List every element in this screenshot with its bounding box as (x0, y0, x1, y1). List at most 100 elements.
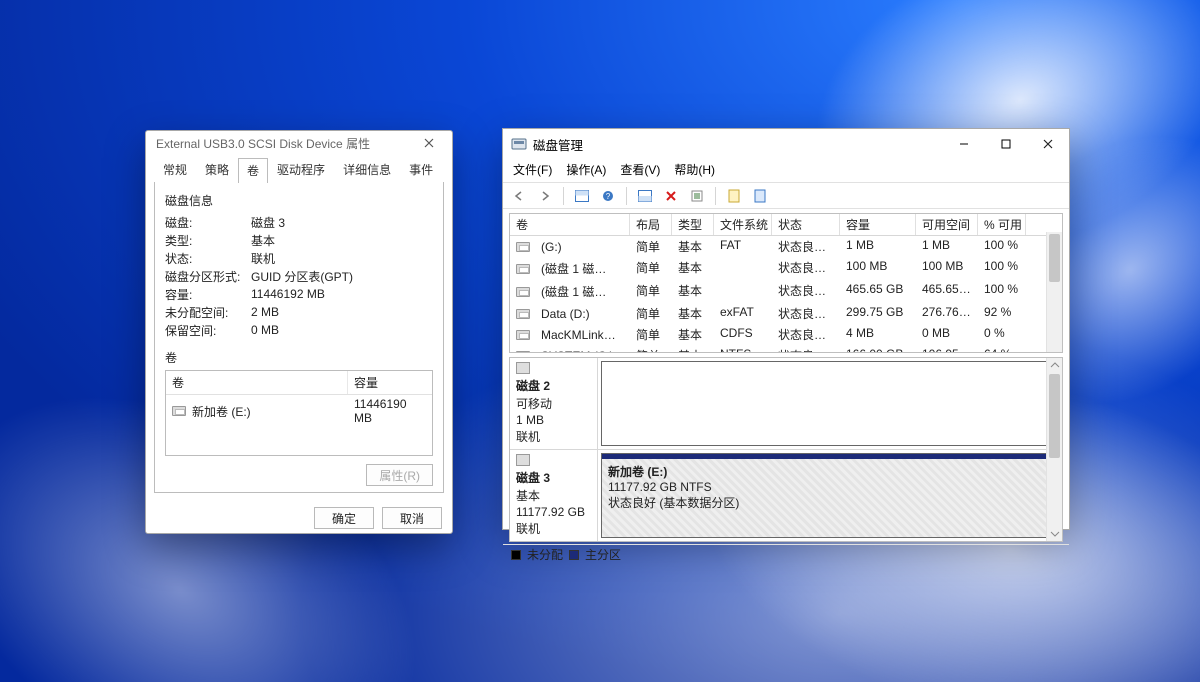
cell-fs: CDFS (714, 325, 772, 344)
close-icon (1043, 139, 1053, 149)
cell-status: 状态良好 ( ... (772, 258, 840, 279)
cell-pct: 92 % (978, 304, 1026, 323)
volume-list[interactable]: 卷 布局 类型 文件系统 状态 容量 可用空间 % 可用 (G:)简单基本FAT… (509, 213, 1063, 353)
rescan-button[interactable] (635, 186, 655, 206)
menu-view[interactable]: 查看(V) (620, 161, 660, 178)
new-volume-button[interactable] (724, 186, 744, 206)
tab-volumes[interactable]: 卷 (238, 158, 268, 183)
menu-file[interactable]: 文件(F) (513, 161, 552, 178)
disk-3-name: 磁盘 3 (516, 469, 591, 486)
tab-policies[interactable]: 策略 (196, 157, 238, 182)
col-fs[interactable]: 文件系统 (714, 214, 772, 235)
maximize-icon (1001, 139, 1011, 149)
arrow-left-icon (513, 190, 525, 202)
svg-text:?: ? (606, 192, 611, 201)
disk-2-partition[interactable] (601, 361, 1059, 446)
help-icon: ? (602, 190, 614, 202)
split-pane-icon (638, 190, 652, 202)
disk-3-partition[interactable]: 新加卷 (E:) 11177.92 GB NTFS 状态良好 (基本数据分区) (601, 453, 1059, 538)
disk-icon (516, 454, 530, 466)
col-vol[interactable]: 卷 (510, 214, 630, 235)
disk-3-bar[interactable]: 磁盘 3 基本 11177.92 GB 联机 新加卷 (E:) 11177.92… (510, 450, 1062, 541)
tab-general[interactable]: 常规 (154, 157, 196, 182)
row-partition-style: 磁盘分区形式:GUID 分区表(GPT) (165, 267, 433, 285)
volumes-heading: 卷 (165, 349, 433, 366)
disk-3-line1: 基本 (516, 487, 591, 504)
close-button[interactable] (410, 131, 448, 155)
sheet-blue-icon (754, 189, 766, 203)
cell-fs (714, 281, 772, 302)
col-pct[interactable]: % 可用 (978, 214, 1026, 235)
row-status: 状态:联机 (165, 249, 433, 267)
col-status[interactable]: 状态 (772, 214, 840, 235)
partition-size: 11177.92 GB NTFS (608, 480, 1052, 494)
ok-button[interactable]: 确定 (314, 507, 374, 529)
minimize-button[interactable] (943, 129, 985, 159)
close-button[interactable] (1027, 129, 1069, 159)
graph-scrollbar[interactable] (1046, 358, 1062, 541)
list-row[interactable]: (G:)简单基本FAT状态良好 ( ...1 MB1 MB100 % (510, 236, 1062, 257)
col-volume[interactable]: 卷 (166, 371, 348, 394)
minimize-icon (959, 139, 969, 149)
partition-title: 新加卷 (E:) (608, 463, 1052, 480)
help-button[interactable]: ? (598, 186, 618, 206)
row-disk: 磁盘:磁盘 3 (165, 213, 433, 231)
attach-vhd-button[interactable] (750, 186, 770, 206)
dialog-title: External USB3.0 SCSI Disk Device 属性 (156, 135, 410, 152)
swatch-primary-icon (569, 550, 579, 560)
cell-free: 106.95 ... (916, 346, 978, 353)
cell-type: 基本 (672, 304, 714, 323)
volumes-list[interactable]: 卷 容量 新加卷 (E:) 11446190 MB (165, 370, 433, 456)
legend-unallocated: 未分配 (527, 546, 563, 563)
x-red-icon (665, 190, 677, 202)
properties-button[interactable] (687, 186, 707, 206)
cell-vol: Data (D:) (535, 306, 596, 322)
col-type[interactable]: 类型 (672, 214, 714, 235)
volume-row[interactable]: 新加卷 (E:) 11446190 MB (166, 395, 432, 427)
drive-icon (516, 242, 530, 252)
cell-layout: 简单 (630, 346, 672, 353)
cell-pct: 100 % (978, 258, 1026, 279)
list-row[interactable]: (磁盘 1 磁盘分区 1)简单基本状态良好 ( ...100 MB100 MB1… (510, 257, 1062, 280)
cell-free: 0 MB (916, 325, 978, 344)
disk-2-bar[interactable]: 磁盘 2 可移动 1 MB 联机 (510, 358, 1062, 450)
cell-pct: 100 % (978, 237, 1026, 256)
tab-events[interactable]: 事件 (400, 157, 442, 182)
cancel-button[interactable]: 取消 (382, 507, 442, 529)
cell-free: 1 MB (916, 237, 978, 256)
cell-layout: 简单 (630, 325, 672, 344)
tab-driver[interactable]: 驱动程序 (268, 157, 334, 182)
refresh-button[interactable] (572, 186, 592, 206)
drive-icon (516, 309, 530, 319)
cell-status: 状态良好 ( ... (772, 346, 840, 353)
cell-status: 状态良好 ( ... (772, 281, 840, 302)
cell-vol: (磁盘 1 磁盘分区 1) (535, 259, 624, 278)
cell-pct: 0 % (978, 325, 1026, 344)
col-capacity[interactable]: 容量 (348, 371, 432, 394)
back-button[interactable] (509, 186, 529, 206)
maximize-button[interactable] (985, 129, 1027, 159)
delete-button[interactable] (661, 186, 681, 206)
list-row[interactable]: SYSTEM (C:)简单基本NTFS状态良好 ( ...166.00 GB10… (510, 345, 1062, 353)
volume-properties-button[interactable]: 属性(R) (366, 464, 433, 486)
menu-help[interactable]: 帮助(H) (674, 161, 715, 178)
list-scrollbar[interactable] (1046, 232, 1062, 352)
row-unallocated: 未分配空间:2 MB (165, 303, 433, 321)
disk-3-line3: 联机 (516, 520, 591, 537)
col-free[interactable]: 可用空间 (916, 214, 978, 235)
list-row[interactable]: MacKMLink (F:)简单基本CDFS状态良好 ( ...4 MB0 MB… (510, 324, 1062, 345)
row-type: 类型:基本 (165, 231, 433, 249)
list-row[interactable]: (磁盘 1 磁盘分区 3)简单基本状态良好 ( ...465.65 GB465.… (510, 280, 1062, 303)
cell-status: 状态良好 ( ... (772, 237, 840, 256)
legend: 未分配 主分区 (503, 544, 1069, 564)
tab-details[interactable]: 详细信息 (334, 157, 400, 182)
col-cap[interactable]: 容量 (840, 214, 916, 235)
disk-management-window: 磁盘管理 文件(F) 操作(A) 查看(V) 帮助(H) ? (502, 128, 1070, 530)
col-layout[interactable]: 布局 (630, 214, 672, 235)
drive-icon (172, 406, 186, 416)
scroll-up-icon (1047, 358, 1063, 372)
menu-action[interactable]: 操作(A) (566, 161, 606, 178)
list-row[interactable]: Data (D:)简单基本exFAT状态良好 ( ...299.75 GB276… (510, 303, 1062, 324)
cell-vol: (磁盘 1 磁盘分区 3) (535, 282, 624, 301)
forward-button[interactable] (535, 186, 555, 206)
